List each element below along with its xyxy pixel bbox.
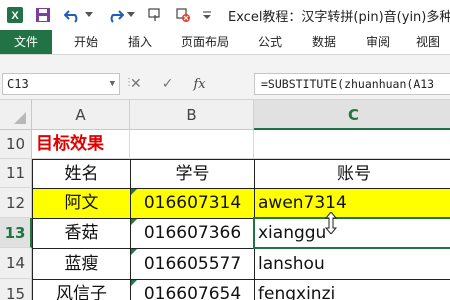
cell-c15[interactable]: fengxinzi [254, 279, 450, 300]
cell-b13-value: 016607366 [143, 223, 242, 243]
cell-b15-value: 016607654 [143, 284, 242, 300]
cell-b11[interactable]: 学号 [130, 159, 255, 189]
tab-view[interactable]: 视图 [408, 30, 448, 54]
tab-data[interactable]: 数据 [302, 30, 346, 54]
cell-b10[interactable] [130, 130, 254, 159]
row-header-13[interactable]: 13 [0, 218, 32, 248]
window-title: Excel教程：汉字转拼(pin)音(yin)多种解 [228, 10, 450, 25]
formula-input[interactable]: =SUBSTITUTE(zhuanhuan(A13 [254, 73, 450, 95]
active-cell-outline [253, 217, 450, 249]
ribbon-collapsed-area [0, 55, 450, 69]
svg-text:X: X [11, 10, 19, 22]
touch-mode-icon[interactable] [146, 6, 164, 24]
formula-bar: C13 ▼ ⋮ ✕ ✓ fx =SUBSTITUTE(zhuanhuan(A13 [0, 69, 450, 100]
cell-b15[interactable]: 016607654 [130, 279, 255, 300]
cell-b14-value: 016605577 [143, 254, 242, 274]
number-as-text-indicator-icon [131, 249, 137, 255]
row-header-15[interactable]: 15 [0, 279, 32, 300]
cell-a10[interactable]: 目标效果 [32, 130, 130, 159]
row-header-10[interactable]: 10 [0, 130, 32, 159]
ribbon-tabs: 文件 开始 插入 页面布局 公式 数据 审阅 视图 [0, 30, 450, 55]
cell-a14[interactable]: 蓝瘦 [32, 248, 131, 280]
name-box[interactable]: C13 ▼ [2, 73, 120, 95]
redo-dropdown-icon[interactable] [126, 6, 136, 24]
number-as-text-indicator-icon [131, 280, 137, 286]
undo-icon[interactable] [64, 6, 82, 24]
formula-buttons: ✕ ✓ fx [130, 73, 206, 95]
cell-c11[interactable]: 账号 [254, 159, 450, 189]
tab-insert[interactable]: 插入 [118, 30, 162, 54]
chevron-down-icon[interactable]: ▼ [110, 74, 115, 94]
row-header-14[interactable]: 14 [0, 248, 32, 279]
worksheet-grid[interactable]: A B C 10 11 12 13 14 15 目标效果 姓名 学号 账号 阿文… [0, 100, 450, 300]
cell-a11[interactable]: 姓名 [32, 159, 131, 189]
tab-home[interactable]: 开始 [64, 30, 108, 54]
tab-file[interactable]: 文件 [0, 30, 52, 54]
excel-logo-icon[interactable]: X [6, 6, 24, 24]
column-header-c[interactable]: C [254, 100, 450, 130]
cell-c10[interactable] [254, 130, 450, 159]
name-box-value: C13 [7, 77, 29, 91]
cell-a13[interactable]: 香菇 [32, 218, 131, 249]
cancel-icon[interactable]: ✕ [130, 76, 142, 92]
number-as-text-indicator-icon [131, 219, 137, 225]
row-header-11[interactable]: 11 [0, 159, 32, 188]
cell-select-cursor-icon [324, 211, 338, 238]
undo-dropdown-icon[interactable] [84, 6, 94, 24]
insert-function-icon[interactable]: fx [193, 77, 205, 92]
row-header-12[interactable]: 12 [0, 188, 32, 218]
cell-b13[interactable]: 016607366 [130, 218, 255, 249]
title-bar: X Excel教程：汉字转拼(pin)音(yin)多种解 [0, 0, 450, 30]
customize-qat-icon[interactable] [198, 6, 216, 24]
tab-review[interactable]: 审阅 [356, 30, 400, 54]
cell-b12[interactable]: 016607314 [130, 188, 255, 219]
column-header-b[interactable]: B [130, 100, 254, 130]
column-header-a[interactable]: A [32, 100, 130, 130]
cell-c12[interactable]: awen7314 [254, 188, 450, 219]
select-all-corner[interactable] [0, 100, 32, 130]
enter-icon[interactable]: ✓ [162, 76, 174, 92]
clear-format-icon[interactable] [174, 6, 192, 24]
cell-a15[interactable]: 风信子 [32, 279, 131, 300]
tab-formulas[interactable]: 公式 [248, 30, 292, 54]
cell-b14[interactable]: 016605577 [130, 248, 255, 280]
tab-page-layout[interactable]: 页面布局 [172, 30, 238, 54]
cell-a12[interactable]: 阿文 [32, 188, 131, 219]
cell-b12-value: 016607314 [143, 193, 242, 213]
number-as-text-indicator-icon [131, 189, 137, 195]
redo-icon[interactable] [106, 6, 124, 24]
save-icon[interactable] [34, 6, 52, 24]
cell-c14[interactable]: lanshou [254, 248, 450, 280]
